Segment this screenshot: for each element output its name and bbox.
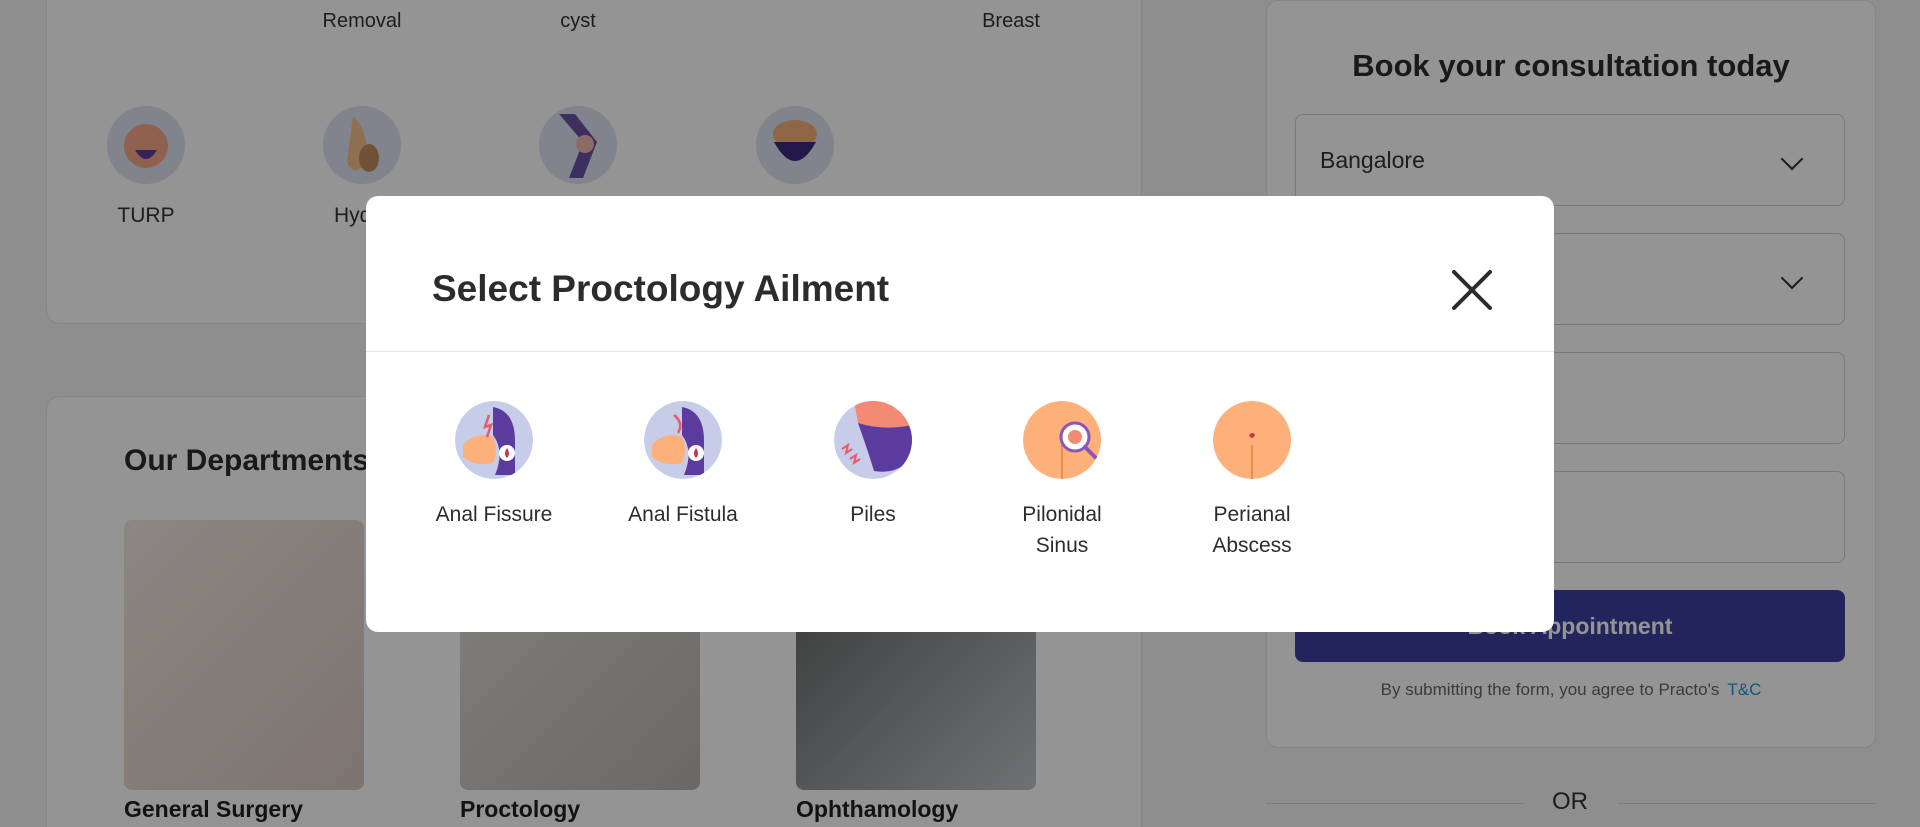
ailment-name: Perianal Abscess	[1182, 499, 1322, 561]
anal-fissure-icon	[455, 401, 533, 479]
ailment-modal: Select Proctology Ailment Anal Fissure A…	[366, 196, 1554, 632]
ailment-anal-fistula[interactable]: Anal Fistula	[613, 401, 753, 530]
ailment-anal-fissure[interactable]: Anal Fissure	[424, 401, 564, 530]
close-button[interactable]	[1444, 262, 1500, 318]
ailment-pilonidal-sinus[interactable]: Pilonidal Sinus	[992, 401, 1132, 561]
perianal-abscess-icon	[1213, 401, 1291, 479]
close-icon	[1452, 270, 1492, 310]
modal-title: Select Proctology Ailment	[432, 268, 890, 309]
piles-icon	[834, 401, 912, 479]
pilonidal-sinus-icon	[1023, 401, 1101, 479]
ailment-name: Pilonidal Sinus	[992, 499, 1132, 561]
ailment-piles[interactable]: Piles	[803, 401, 943, 530]
ailment-name-line2: Abscess	[1212, 534, 1292, 557]
ailment-name: Piles	[850, 503, 896, 526]
anal-fistula-icon	[644, 401, 722, 479]
ailment-name-line2: Sinus	[1035, 534, 1089, 557]
ailment-name: Anal Fissure	[435, 503, 553, 526]
ailment-name: Anal Fistula	[628, 503, 738, 526]
ailment-name-line1: Pilonidal	[1022, 503, 1102, 526]
ailment-perianal-abscess[interactable]: Perianal Abscess	[1182, 401, 1322, 561]
ailment-name-line1: Perianal	[1213, 503, 1291, 526]
modal-header: Select Proctology Ailment	[366, 196, 1554, 352]
